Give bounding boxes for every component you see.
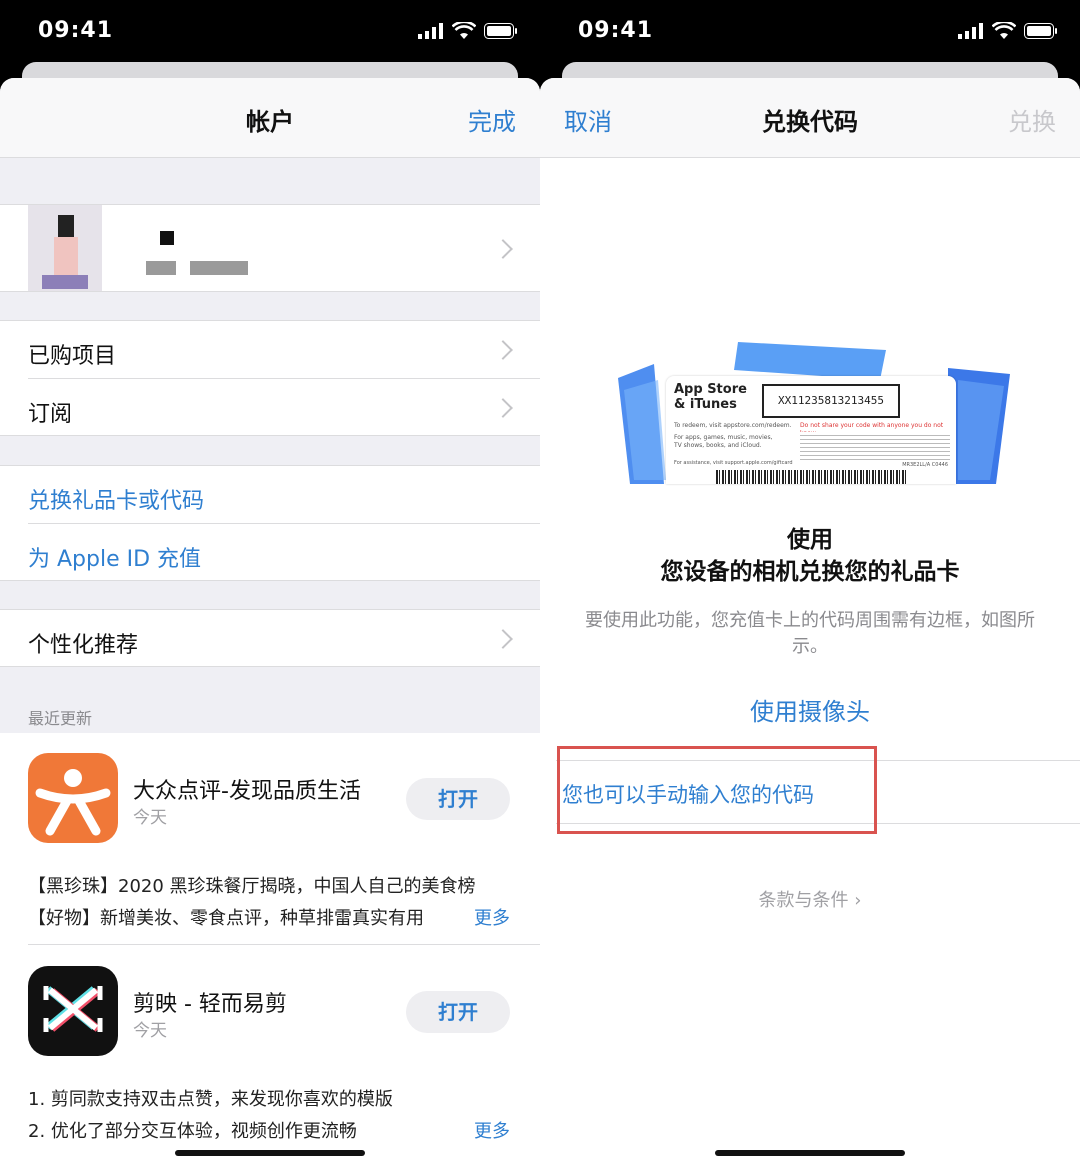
redeem-label: 兑换礼品卡或代码 — [28, 489, 205, 514]
page-title: 兑换代码 — [762, 108, 858, 136]
status-bar: 09:41 — [540, 0, 1080, 62]
redeem-code-screen: 09:41 取消 兑换代码 兑换 App Store & iTunes XX11… — [540, 0, 1080, 1168]
camera-heading: 使用 您设备的相机兑换您的礼品卡 — [540, 524, 1080, 588]
app-name: 剪映 - 轻而易剪 — [133, 992, 287, 1017]
dianping-app-icon[interactable] — [28, 753, 118, 843]
profile-row[interactable] — [0, 204, 540, 292]
account-sheet: 帐户 完成 已购项目 订阅 兑换礼品卡或代码 为 Apple ID 充值 个性化… — [0, 78, 540, 1168]
chevron-right-icon — [493, 340, 513, 360]
card-redeem-hint: To redeem, visit appstore.com/redeem. — [674, 422, 792, 429]
subscriptions-label: 订阅 — [28, 402, 73, 427]
wifi-icon — [992, 22, 1016, 39]
redeem-button[interactable]: 兑换 — [1008, 102, 1056, 137]
card-fine-print — [800, 432, 950, 460]
redeem-gift-card-link[interactable]: 兑换礼品卡或代码 — [0, 466, 540, 523]
gift-card-illustration: App Store & iTunes XX11235813213455 To r… — [618, 340, 1010, 484]
app-name: 大众点评-发现品质生活 — [133, 779, 361, 804]
chevron-right-icon — [493, 398, 513, 418]
heading-line2: 您设备的相机兑换您的礼品卡 — [660, 559, 960, 585]
heading-line1: 使用 — [787, 527, 833, 553]
avatar — [28, 205, 102, 291]
open-button[interactable]: 打开 — [406, 991, 510, 1033]
funds-group: 兑换礼品卡或代码 为 Apple ID 充值 — [0, 465, 540, 581]
status-bar: 09:41 — [0, 0, 540, 62]
app-date: 今天 — [133, 1021, 167, 1041]
status-time: 09:41 — [38, 18, 114, 43]
status-time: 09:41 — [578, 18, 654, 43]
terms-link[interactable]: 条款与条件 › — [540, 886, 1080, 912]
home-indicator — [175, 1150, 365, 1156]
purchased-label: 已购项目 — [28, 344, 117, 369]
highlight-box — [557, 746, 877, 834]
cellular-signal-icon — [418, 23, 443, 39]
card-serial: MR3E2LL/A C0446 — [902, 462, 948, 468]
dianping-logo-icon — [35, 769, 111, 836]
purchase-group: 已购项目 订阅 — [0, 320, 540, 436]
card-apps-hint: For apps, games, music, movies, TV shows… — [674, 434, 773, 449]
chevron-right-icon — [493, 239, 513, 259]
chevron-right-icon — [493, 629, 513, 649]
recent-updates-header: 最近更新 — [28, 709, 93, 728]
card-barcode — [716, 470, 906, 484]
camera-description: 要使用此功能，您充值卡上的代码周围需有边框，如图所示。 — [585, 610, 1035, 657]
app-date: 今天 — [133, 808, 167, 828]
release-note: 【好物】新增美妆、零食点评，种草排雷真实有用 — [28, 908, 424, 929]
add-funds-link[interactable]: 为 Apple ID 充值 — [0, 524, 540, 581]
page-title: 帐户 — [246, 108, 294, 136]
battery-icon — [484, 23, 517, 39]
card-brand-line1: App Store — [674, 382, 747, 397]
done-button[interactable]: 完成 — [468, 102, 516, 137]
card-code-box: XX11235813213455 — [762, 384, 900, 418]
release-note: 1. 剪同款支持双击点赞，来发现你喜欢的模版 — [28, 1089, 393, 1110]
capcut-app-icon[interactable] — [28, 966, 118, 1056]
home-indicator — [715, 1150, 905, 1156]
cellular-signal-icon — [958, 23, 983, 39]
gift-card: App Store & iTunes XX11235813213455 To r… — [666, 376, 956, 484]
use-camera-button[interactable]: 使用摄像头 — [540, 692, 1080, 727]
nav-bar: 帐户 完成 — [0, 78, 540, 158]
recent-updates-list: 大众点评-发现品质生活 今天 打开 【黑珍珠】2020 黑珍珠餐厅揭晓，中国人自… — [0, 733, 540, 1168]
more-link[interactable]: 更多 — [474, 904, 510, 930]
subscriptions-item[interactable]: 订阅 — [0, 379, 540, 436]
nav-bar: 取消 兑换代码 兑换 — [540, 78, 1080, 158]
account-screen: 09:41 帐户 完成 已购项目 订阅 兑换礼品卡或代码 为 Apple ID … — [0, 0, 540, 1168]
release-note: 2. 优化了部分交互体验，视频创作更流畅 — [28, 1121, 357, 1142]
divider — [28, 944, 540, 945]
profile-name-redacted — [160, 231, 174, 245]
personalized-item[interactable]: 个性化推荐 — [0, 609, 540, 667]
card-brand-line2: & iTunes — [674, 397, 737, 412]
wifi-icon — [452, 22, 476, 39]
purchased-item[interactable]: 已购项目 — [0, 321, 540, 378]
more-link[interactable]: 更多 — [474, 1117, 510, 1143]
capcut-logo-icon — [43, 986, 103, 1032]
open-button[interactable]: 打开 — [406, 778, 510, 820]
profile-email-redacted — [146, 261, 176, 275]
card-assist: For assistance, visit support.apple.com/… — [674, 460, 793, 466]
battery-icon — [1024, 23, 1057, 39]
profile-email-redacted-2 — [190, 261, 248, 275]
redeem-sheet: 取消 兑换代码 兑换 App Store & iTunes XX11235813… — [540, 78, 1080, 1168]
release-note: 【黑珍珠】2020 黑珍珠餐厅揭晓，中国人自己的美食榜 — [28, 876, 476, 897]
add-funds-label: 为 Apple ID 充值 — [28, 547, 202, 572]
personalized-label: 个性化推荐 — [28, 633, 139, 658]
